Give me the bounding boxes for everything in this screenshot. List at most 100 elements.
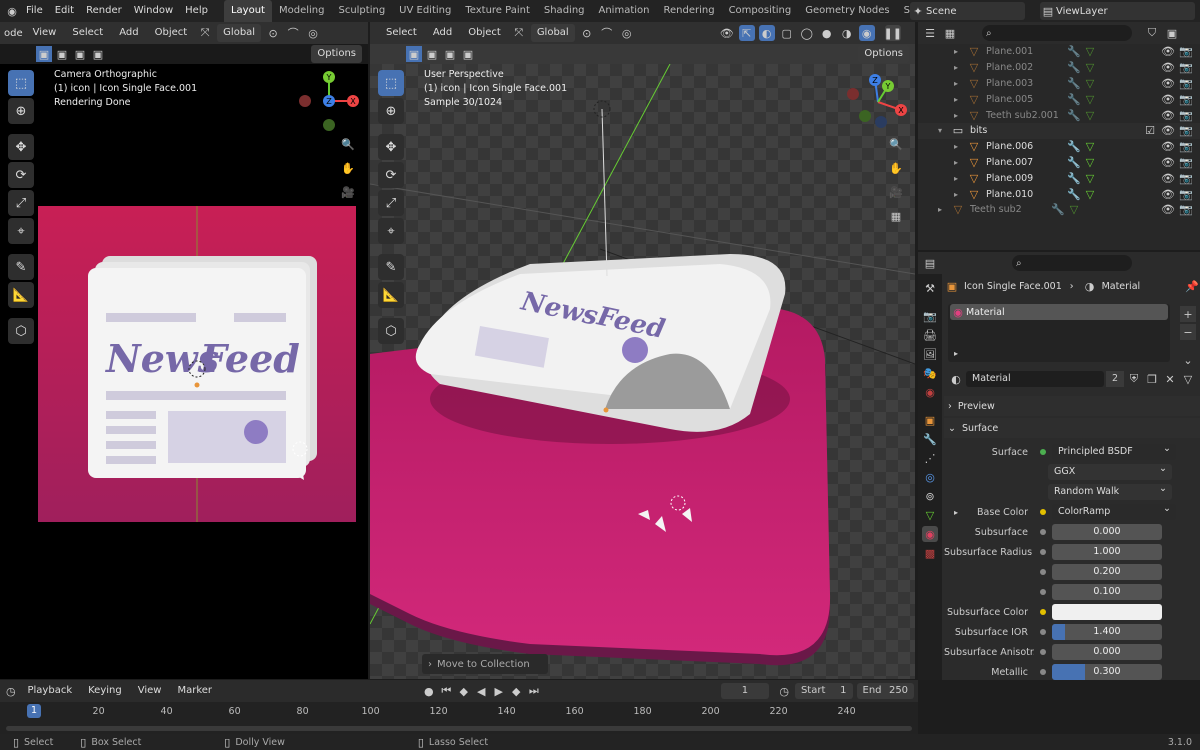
navigation-gizmo[interactable]: Y X Z (296, 70, 362, 132)
menu-edit[interactable]: Edit (49, 0, 80, 22)
keying-menu[interactable]: Keying (82, 682, 128, 700)
main-select-extend-icon[interactable]: ▣ (424, 46, 440, 62)
render-camera-icon[interactable]: 📷 (1178, 91, 1194, 107)
next-keyframe-icon[interactable]: ◆ (510, 683, 524, 699)
blender-logo-icon[interactable]: ◉ (4, 3, 20, 19)
prev-keyframe-icon[interactable]: ◆ (457, 683, 471, 699)
menu-window[interactable]: Window (128, 0, 179, 22)
properties-search-field[interactable]: ⌕ (1012, 255, 1132, 271)
play-icon[interactable]: ▶ (492, 683, 506, 699)
preview-panel-header[interactable]: › Preview (944, 396, 1200, 416)
scene-selector[interactable]: ✦ Scene (910, 2, 1025, 20)
move-to-collection-panel[interactable]: › Move to Collection (422, 654, 548, 674)
main-select-invert-icon[interactable]: ▣ (460, 46, 476, 62)
select-menu[interactable]: Select (66, 24, 109, 42)
surface-panel-header[interactable]: ⌄ Surface (944, 418, 1200, 438)
linked-node-field[interactable]: ColorRamp (1052, 501, 1176, 520)
start-frame-field[interactable]: Start 1 (794, 683, 853, 699)
properties-editor-type-icon[interactable]: ▤ (922, 255, 938, 271)
material-tab-icon[interactable]: ◉ (922, 526, 938, 542)
main-cursor-tool-icon[interactable]: ⊕ (378, 98, 404, 124)
outliner-row[interactable]: ▸ ▽ Plane.009 🔧 ▽ 👁 📷 (918, 170, 1200, 186)
scale-tool-icon[interactable]: ⤢ (8, 190, 34, 216)
marker-menu[interactable]: Marker (171, 682, 218, 700)
main-object-menu[interactable]: Object (462, 24, 507, 42)
select-mode-icon[interactable]: ▣ (36, 46, 52, 62)
preview-range-clock-icon[interactable]: ◷ (777, 683, 791, 699)
outliner-row[interactable]: ▸ ▽ Plane.010 🔧 ▽ 👁 📷 (918, 186, 1200, 202)
shading-material-icon[interactable]: ◑ (839, 25, 855, 41)
menu-render[interactable]: Render (80, 0, 128, 22)
output-tab-icon[interactable]: 🖨 (922, 327, 938, 343)
render-camera-icon[interactable]: 📷 (1178, 107, 1194, 123)
render-camera-icon[interactable]: 📷 (1178, 202, 1194, 218)
timeline-scrollbar[interactable] (6, 726, 912, 731)
outliner-row[interactable]: ▸ ▽ Teeth sub2 🔧 ▽ 👁 📷 (918, 202, 1200, 218)
add-cube-tool-icon[interactable]: ⬡ (8, 318, 34, 344)
expand-arrow-icon[interactable]: ▸ (954, 158, 966, 167)
shading-solid-icon[interactable]: ● (819, 25, 835, 41)
expand-arrow-icon[interactable]: ▸ (954, 95, 966, 104)
menu-file[interactable]: File (20, 0, 49, 22)
add-menu[interactable]: Add (113, 24, 144, 42)
modifier-tab-icon[interactable]: 🔧 (922, 431, 938, 447)
view-menu[interactable]: View (27, 24, 63, 42)
tab-geometry-nodes[interactable]: Geometry Nodes (798, 0, 896, 22)
left-viewport[interactable]: ode View Select Add Object ⤧ Global ⊙ ⌒ … (0, 22, 368, 679)
mode-menu-truncated[interactable]: ode (4, 28, 23, 39)
eye-visibility-icon[interactable]: 👁 (1160, 91, 1176, 107)
main-gizmo-neg-y[interactable] (859, 110, 871, 122)
pin-icon[interactable]: 📌 (1184, 278, 1200, 294)
outliner-row[interactable]: ▸ ▽ Plane.006 🔧 ▽ 👁 📷 (918, 139, 1200, 155)
object-menu[interactable]: Object (149, 24, 194, 42)
playhead[interactable]: 1 (27, 704, 41, 718)
particles-tab-icon[interactable]: ⋰ (922, 450, 938, 466)
main-annotate-tool-icon[interactable]: ✎ (378, 254, 404, 280)
tab-animation[interactable]: Animation (592, 0, 657, 22)
cursor-tool-icon[interactable]: ⊕ (8, 98, 34, 124)
color-swatch[interactable] (1052, 604, 1162, 620)
expand-arrow-icon[interactable]: ▸ (954, 508, 958, 517)
eye-visibility-icon[interactable]: 👁 (1160, 202, 1176, 218)
numeric-slider[interactable]: 0.100 (1052, 584, 1162, 600)
tab-shading[interactable]: Shading (537, 0, 592, 22)
outliner-row[interactable]: ▸ ▽ Teeth sub2.001 🔧 ▽ 👁 📷 (918, 107, 1200, 123)
main-navigation-gizmo[interactable]: Z X Y (845, 72, 911, 130)
numeric-slider[interactable]: 0.300 (1052, 664, 1162, 680)
eye-visibility-icon[interactable]: 👁 (1160, 139, 1176, 155)
eye-visibility-icon[interactable]: 👁 (1160, 60, 1176, 76)
menu-help[interactable]: Help (179, 0, 214, 22)
expand-arrow-icon[interactable]: ▸ (954, 63, 966, 72)
dropdown-field[interactable]: Random Walk (1048, 481, 1172, 500)
jump-end-icon[interactable]: ⏭ (527, 683, 541, 699)
main-snap-icon[interactable]: ⌒ (599, 25, 615, 41)
playback-menu[interactable]: Playback (22, 682, 79, 700)
main-zoom-icon[interactable]: 🔍 (888, 136, 904, 152)
expand-arrow-icon[interactable]: ▸ (954, 174, 966, 183)
view-layer-tab-icon[interactable]: 🖼 (922, 346, 938, 362)
eye-visibility-icon[interactable]: 👁 (1160, 44, 1176, 60)
shading-rendered-icon[interactable]: ◉ (858, 25, 875, 41)
render-camera-icon[interactable]: 📷 (1178, 44, 1194, 60)
filter-icon[interactable]: ⛉ (1144, 25, 1160, 41)
main-move-tool-icon[interactable]: ✥ (378, 134, 404, 160)
outliner-row[interactable]: ▸ ▽ Plane.005 🔧 ▽ 👁 📷 (918, 91, 1200, 107)
dropdown-field[interactable]: GGX (1048, 461, 1172, 480)
current-frame-field[interactable]: 1 (720, 683, 770, 699)
main-ortho-grid-icon[interactable]: ▦ (888, 208, 904, 224)
move-tool-icon[interactable]: ✥ (8, 134, 34, 160)
play-reverse-icon[interactable]: ◀ (475, 683, 489, 699)
select-extend-icon[interactable]: ▣ (54, 46, 70, 62)
eye-visibility-icon[interactable]: 👁 (1160, 170, 1176, 186)
select-box-tool-icon[interactable]: ⬚ (8, 70, 34, 96)
select-invert-icon[interactable]: ▣ (90, 46, 106, 62)
duplicate-material-icon[interactable]: ❐ (1144, 371, 1160, 387)
pan-hand-icon[interactable]: ✋ (340, 160, 356, 176)
eye-visibility-icon[interactable]: 👁 (1160, 107, 1176, 123)
material-slot-list[interactable]: ◉ Material ▸ (948, 304, 1170, 362)
outliner-display-mode-icon[interactable]: ▦ (942, 25, 958, 41)
main-proportional-icon[interactable]: ◎ (619, 25, 635, 41)
outliner-row[interactable]: ▸ ▽ Plane.003 🔧 ▽ 👁 📷 (918, 76, 1200, 92)
jump-start-icon[interactable]: ⏮ (440, 683, 454, 699)
eye-visibility-icon[interactable]: 👁 (1160, 154, 1176, 170)
